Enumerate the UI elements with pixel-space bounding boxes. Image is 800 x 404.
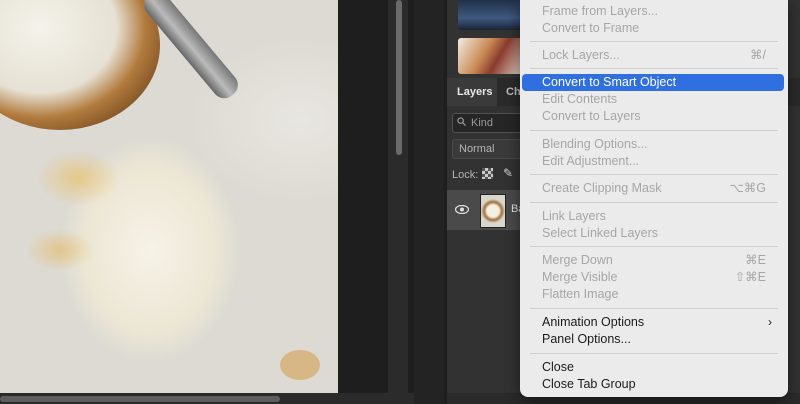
panel-divider [414,0,444,404]
vertical-scroll-thumb[interactable] [396,0,402,155]
search-placeholder: Kind [471,117,494,129]
horizontal-scroll-thumb[interactable] [0,396,280,402]
menu-separator [530,174,778,175]
menu-item-merge-down: Merge Down ⌘E [542,253,766,267]
chevron-right-icon: › [768,315,772,329]
eye-icon[interactable] [455,205,469,214]
history-thumbnail-1[interactable] [458,0,524,30]
document-canvas[interactable] [0,0,338,393]
menu-item-animation-options[interactable]: Animation Options › [522,314,784,331]
menu-item-blending-options: Blending Options... [542,137,648,151]
menu-separator [530,308,778,309]
history-thumbnail-2[interactable] [458,38,524,74]
menu-item-close[interactable]: Close [522,359,784,376]
menu-separator [530,68,778,69]
menu-item-convert-to-layers: Convert to Layers [542,109,641,123]
menu-item-select-linked-layers: Select Linked Layers [542,226,659,240]
menu-item-edit-adjustment: Edit Adjustment... [542,154,640,168]
menu-item-edit-contents: Edit Contents [542,92,618,106]
menu-item-panel-options[interactable]: Panel Options... [522,331,784,348]
lock-transparency-icon[interactable] [482,168,493,179]
menu-separator [530,353,778,354]
menu-item-close-tab-group[interactable]: Close Tab Group [522,376,784,393]
menu-item-lock-layers: Lock Layers... ⌘/ [542,48,766,62]
menu-separator [530,246,778,247]
menu-item-merge-visible: Merge Visible ⇧⌘E [542,270,766,284]
menu-item-create-clipping-mask: Create Clipping Mask ⌥⌘G [542,181,766,195]
menu-item-convert-to-smart-object[interactable]: Convert to Smart Object [522,74,784,91]
photo-toast [0,0,160,130]
layer-thumbnail [480,194,506,228]
menu-item-link-layers: Link Layers [542,209,606,223]
tab-layers[interactable]: Layers [447,78,497,106]
photo-egg-detail [280,350,320,380]
search-icon [457,117,466,126]
menu-item-frame-from-layers: Frame from Layers... [542,4,658,18]
menu-separator [530,202,778,203]
menu-item-flatten-image: Flatten Image [542,287,619,301]
menu-separator [530,130,778,131]
menu-item-convert-to-frame: Convert to Frame [542,21,640,35]
menu-separator [530,41,778,42]
lock-brush-icon[interactable]: ✎ [503,166,517,180]
